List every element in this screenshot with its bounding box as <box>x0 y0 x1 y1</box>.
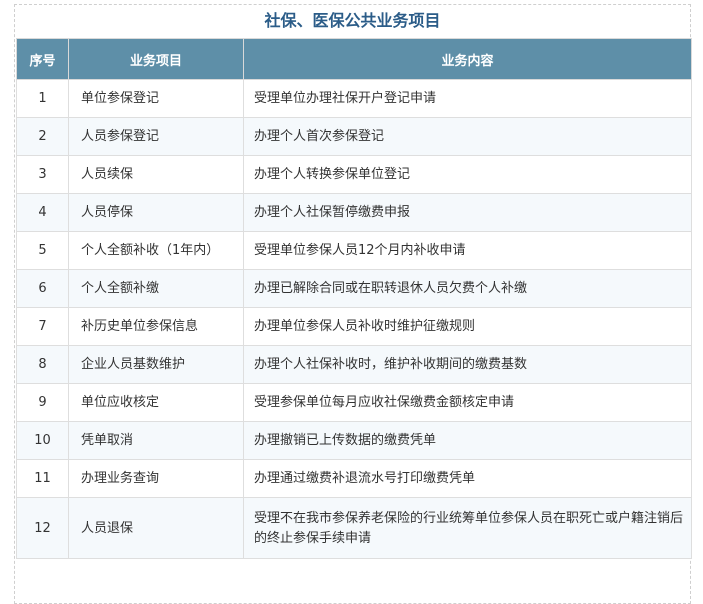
row-content: 受理不在我市参保养老保险的行业统筹单位参保人员在职死亡或户籍注销后的终止参保手续… <box>243 497 692 559</box>
row-item: 单位应收核定 <box>68 383 244 422</box>
row-item: 个人全额补缴 <box>68 269 244 308</box>
row-item: 办理业务查询 <box>68 459 244 498</box>
row-no: 3 <box>16 155 69 194</box>
row-item: 人员停保 <box>68 193 244 232</box>
row-no: 2 <box>16 117 69 156</box>
table-row: 1 单位参保登记 受理单位办理社保开户登记申请 <box>16 79 692 118</box>
table-row: 8 企业人员基数维护 办理个人社保补收时，维护补收期间的缴费基数 <box>16 345 692 384</box>
page-title: 社保、医保公共业务项目 <box>264 11 441 30</box>
row-item: 单位参保登记 <box>68 79 244 118</box>
row-no: 9 <box>16 383 69 422</box>
table-row: 5 个人全额补收（1年内） 受理单位参保人员12个月内补收申请 <box>16 231 692 270</box>
table-row: 9 单位应收核定 受理参保单位每月应收社保缴费金额核定申请 <box>16 383 692 422</box>
row-item: 补历史单位参保信息 <box>68 307 244 346</box>
row-content: 办理单位参保人员补收时维护征缴规则 <box>243 307 692 346</box>
table-body: 1 单位参保登记 受理单位办理社保开户登记申请 2 人员参保登记 办理个人首次参… <box>16 79 692 559</box>
row-no: 4 <box>16 193 69 232</box>
row-item: 个人全额补收（1年内） <box>68 231 244 270</box>
table-row: 4 人员停保 办理个人社保暂停缴费申报 <box>16 193 692 232</box>
row-item: 人员参保登记 <box>68 117 244 156</box>
row-content: 办理个人社保暂停缴费申报 <box>243 193 692 232</box>
row-content: 办理通过缴费补退流水号打印缴费凭单 <box>243 459 692 498</box>
row-content: 办理撤销已上传数据的缴费凭单 <box>243 421 692 460</box>
table-row: 6 个人全额补缴 办理已解除合同或在职转退休人员欠费个人补缴 <box>16 269 692 308</box>
header-no: 序号 <box>16 38 69 80</box>
header-content: 业务内容 <box>243 38 692 80</box>
header-item: 业务项目 <box>68 38 244 80</box>
row-no: 7 <box>16 307 69 346</box>
table-row: 10 凭单取消 办理撤销已上传数据的缴费凭单 <box>16 421 692 460</box>
row-no: 5 <box>16 231 69 270</box>
row-content: 办理个人社保补收时，维护补收期间的缴费基数 <box>243 345 692 384</box>
business-table: 序号 业务项目 业务内容 1 单位参保登记 受理单位办理社保开户登记申请 2 人… <box>16 38 692 559</box>
row-content: 办理个人首次参保登记 <box>243 117 692 156</box>
row-item: 人员续保 <box>68 155 244 194</box>
table-row: 2 人员参保登记 办理个人首次参保登记 <box>16 117 692 156</box>
row-item: 凭单取消 <box>68 421 244 460</box>
row-no: 1 <box>16 79 69 118</box>
row-content: 办理个人转换参保单位登记 <box>243 155 692 194</box>
row-content: 受理参保单位每月应收社保缴费金额核定申请 <box>243 383 692 422</box>
table-row: 7 补历史单位参保信息 办理单位参保人员补收时维护征缴规则 <box>16 307 692 346</box>
row-item: 人员退保 <box>68 497 244 559</box>
row-content: 受理单位参保人员12个月内补收申请 <box>243 231 692 270</box>
row-content: 办理已解除合同或在职转退休人员欠费个人补缴 <box>243 269 692 308</box>
row-no: 11 <box>16 459 69 498</box>
row-no: 12 <box>16 497 69 559</box>
table-row: 3 人员续保 办理个人转换参保单位登记 <box>16 155 692 194</box>
row-no: 8 <box>16 345 69 384</box>
row-no: 10 <box>16 421 69 460</box>
table-header: 序号 业务项目 业务内容 <box>16 38 692 80</box>
table-row: 11 办理业务查询 办理通过缴费补退流水号打印缴费凭单 <box>16 459 692 498</box>
row-content: 受理单位办理社保开户登记申请 <box>243 79 692 118</box>
table-row: 12 人员退保 受理不在我市参保养老保险的行业统筹单位参保人员在职死亡或户籍注销… <box>16 497 692 559</box>
header-row: 序号 业务项目 业务内容 <box>16 38 692 80</box>
row-item: 企业人员基数维护 <box>68 345 244 384</box>
row-no: 6 <box>16 269 69 308</box>
